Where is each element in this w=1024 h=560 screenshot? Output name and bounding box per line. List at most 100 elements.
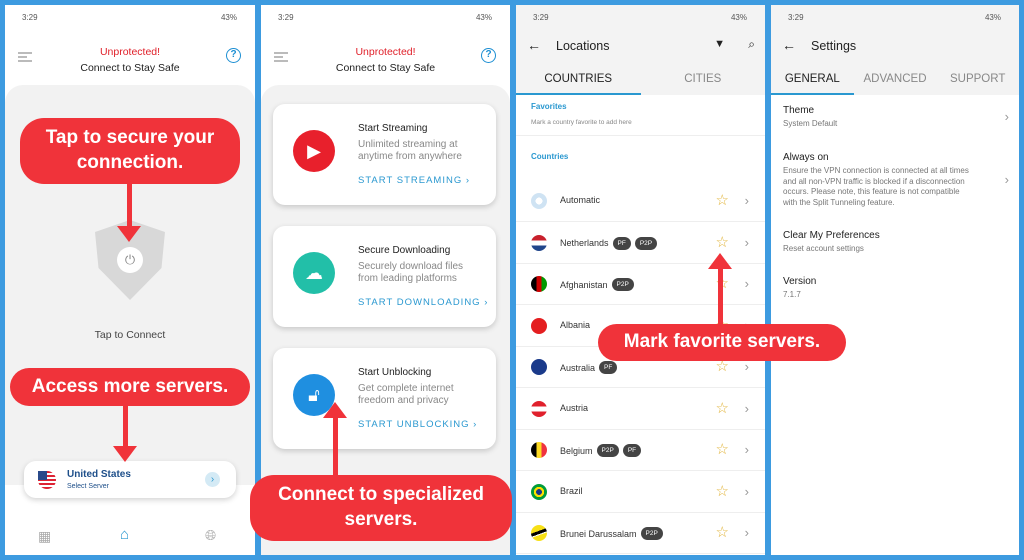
- status-time: 3:29: [278, 13, 294, 22]
- setting-desc: Reset account settings: [783, 244, 864, 253]
- back-arrow-icon[interactable]: ←: [527, 37, 541, 53]
- chevron-right-icon[interactable]: ›: [745, 442, 749, 457]
- status-time: 3:29: [788, 13, 804, 22]
- protection-status: Unprotected!: [355, 46, 416, 58]
- chevron-right-icon: ›: [1004, 109, 1009, 124]
- country-name: Netherlands: [560, 238, 609, 248]
- back-arrow-icon[interactable]: ←: [782, 37, 796, 53]
- tab-advanced[interactable]: ADVANCED: [854, 65, 937, 95]
- flag-icon: [531, 193, 547, 209]
- feature-card-streaming[interactable]: ▶ Start Streaming Unlimited streaming at…: [273, 104, 496, 205]
- star-icon[interactable]: ☆: [716, 399, 729, 417]
- feature-title: Start Unblocking: [358, 367, 432, 378]
- flag-icon: [531, 483, 547, 500]
- page-title: Locations: [556, 39, 610, 53]
- country-row[interactable]: Automatic ☆ ›: [516, 181, 765, 222]
- country-row[interactable]: AfghanistanP2P☆›: [516, 264, 765, 305]
- chevron-right-icon[interactable]: ›: [745, 359, 749, 374]
- feature-title: Secure Downloading: [358, 245, 451, 256]
- status-time: 3:29: [533, 13, 549, 22]
- status-bar: 3:29 43%: [5, 13, 255, 27]
- start-downloading-link[interactable]: START DOWNLOADING ›: [358, 297, 488, 308]
- favorites-label: Favorites: [531, 102, 567, 111]
- locations-screen: 3:29 43% ← Locations ▼ ⌕ COUNTRIES CITIES …: [516, 5, 765, 555]
- chevron-right-icon[interactable]: ›: [745, 235, 749, 250]
- country-name: Brazil: [560, 485, 583, 496]
- tab-general[interactable]: GENERAL: [771, 65, 854, 95]
- country-row[interactable]: Brazil ☆ ›: [516, 472, 765, 513]
- flag-icon: [531, 359, 547, 375]
- setting-version: Version 7.1.7: [783, 276, 1009, 301]
- star-icon[interactable]: ☆: [716, 191, 729, 209]
- chevron-right-icon[interactable]: ›: [745, 401, 749, 416]
- status-bar: 3:29 43%: [771, 5, 1019, 65]
- status-bar: 3:29 43%: [261, 13, 510, 27]
- filter-icon[interactable]: ▼: [714, 38, 725, 50]
- flag-icon: [531, 525, 547, 541]
- chevron-right-icon[interactable]: ›: [745, 193, 749, 208]
- setting-desc: 7.1.7: [783, 290, 801, 299]
- feature-desc: Unlimited streaming at anytime from anyw…: [358, 139, 462, 162]
- chevron-right-icon[interactable]: ›: [205, 472, 220, 487]
- annotation-arrowhead: [113, 446, 137, 462]
- tab-support[interactable]: SUPPORT: [936, 65, 1019, 95]
- country-row[interactable]: Austria ☆ ›: [516, 389, 765, 430]
- annotation-arrow: [123, 400, 128, 450]
- callout-specialized: Connect to specialized servers.: [250, 475, 512, 541]
- country-name: Belgium: [560, 445, 593, 456]
- server-selector[interactable]: United States Select Server ›: [24, 461, 236, 498]
- server-badge: PF: [622, 444, 642, 457]
- tab-cities[interactable]: CITIES: [641, 65, 766, 95]
- tab-countries[interactable]: COUNTRIES: [516, 65, 641, 95]
- protection-subtitle: Connect to Stay Safe: [335, 62, 436, 74]
- callout-favorite: Mark favorite servers.: [598, 324, 846, 361]
- start-unblocking-link[interactable]: START UNBLOCKING ›: [358, 419, 477, 430]
- home-screen: 3:29 43% Unprotected! Connect to Stay Saf…: [5, 5, 255, 555]
- star-icon[interactable]: ☆: [716, 523, 729, 541]
- help-icon[interactable]: ?: [226, 48, 241, 63]
- search-icon[interactable]: ⌕: [748, 37, 755, 52]
- globe-icon[interactable]: 🌐︎: [205, 527, 216, 544]
- feature-card-unblocking[interactable]: 🔓︎ Start Unblocking Get complete interne…: [273, 348, 496, 449]
- flag-icon: [531, 317, 547, 334]
- flag-icon: [531, 276, 547, 292]
- country-row[interactable]: Belgium P2P PF ☆ ›: [516, 430, 765, 471]
- star-icon[interactable]: ☆: [716, 482, 729, 500]
- callout-servers: Access more servers.: [10, 368, 250, 406]
- server-badge: PF: [612, 236, 631, 250]
- setting-theme[interactable]: Theme System Default ›: [783, 105, 1009, 130]
- help-icon[interactable]: ?: [481, 48, 496, 63]
- country-name: Brunei Darussalam: [560, 528, 637, 539]
- feature-desc: Get complete internet freedom and privac…: [358, 383, 454, 406]
- start-streaming-link[interactable]: START STREAMING ›: [358, 175, 470, 186]
- server-sub: Select Server: [67, 483, 110, 490]
- setting-desc: Ensure the VPN connection is connected a…: [783, 166, 969, 207]
- server-badge: P2P: [611, 278, 634, 291]
- status-time: 3:29: [22, 13, 38, 22]
- chevron-right-icon[interactable]: ›: [745, 484, 749, 499]
- power-button[interactable]: ⏻: [117, 247, 143, 273]
- chevron-right-icon[interactable]: ›: [745, 276, 749, 291]
- setting-desc: System Default: [783, 119, 838, 128]
- star-icon[interactable]: ☆: [716, 233, 729, 251]
- apps-icon[interactable]: ▦: [38, 528, 51, 545]
- status-battery: 43%: [475, 13, 492, 22]
- setting-always-on[interactable]: Always on Ensure the VPN connection is co…: [783, 152, 1009, 208]
- country-name: Australia: [560, 362, 596, 373]
- feature-desc: Securely download files from leading pla…: [358, 261, 464, 284]
- status-battery: 43%: [220, 13, 237, 22]
- protection-status: Unprotected!: [99, 46, 161, 58]
- feature-card-downloading[interactable]: ☁ Secure Downloading Securely download f…: [273, 226, 496, 327]
- chevron-right-icon: ›: [1004, 172, 1009, 187]
- tap-to-connect-label: Tap to Connect: [94, 329, 166, 341]
- home-icon[interactable]: ⌂: [120, 526, 129, 543]
- setting-clear-preferences[interactable]: Clear My Preferences Reset account settin…: [783, 230, 1009, 255]
- protection-subtitle: Connect to Stay Safe: [80, 62, 180, 74]
- flag-icon: [531, 400, 547, 417]
- star-icon[interactable]: ☆: [716, 440, 729, 458]
- us-flag-icon: [38, 471, 56, 489]
- country-row[interactable]: Brunei Darussalam P2P ☆ ›: [516, 513, 765, 554]
- page-title: Settings: [811, 39, 857, 53]
- setting-title: Clear My Preferences: [783, 230, 880, 241]
- chevron-right-icon[interactable]: ›: [745, 525, 749, 540]
